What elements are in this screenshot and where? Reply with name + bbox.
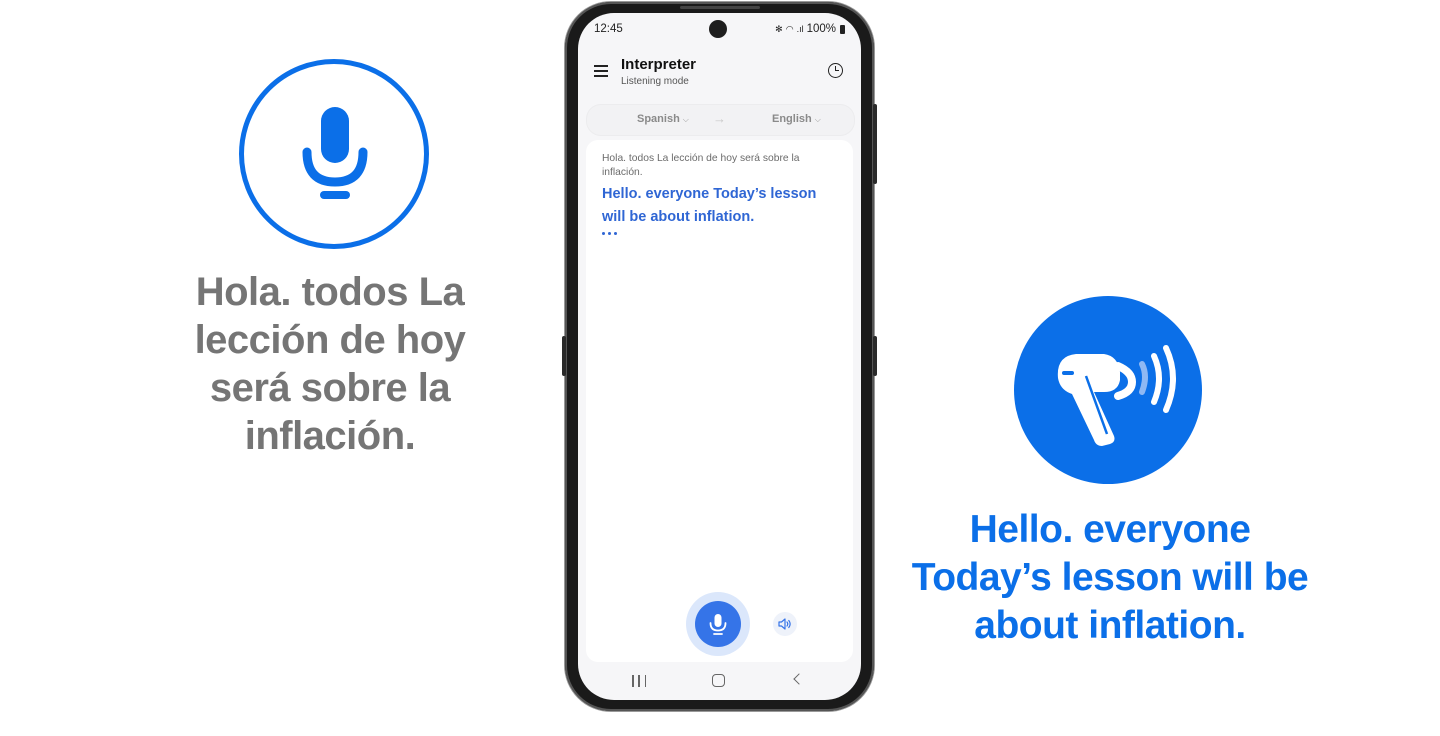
speaker-icon (778, 618, 791, 630)
chevron-down-icon: ⌵ (814, 115, 821, 124)
microphone-icon (695, 601, 741, 647)
phone-screen: 12:45 ✻ ◠ .ıl 100% Interpreter Listening… (578, 13, 861, 700)
app-title: Interpreter (621, 56, 697, 73)
chevron-down-icon: ⌵ (682, 115, 689, 124)
app-bar: Interpreter Listening mode (578, 53, 861, 101)
side-hinge-right (873, 336, 877, 376)
battery-percent: 100% (806, 23, 836, 35)
target-language-label: English (772, 113, 812, 125)
source-speech-text: Hola. todos La lección de hoy será sobre… (194, 270, 466, 458)
side-hinge-left (562, 336, 566, 376)
transcript-card: Hola. todos La lección de hoy será sobre… (586, 140, 853, 662)
source-language-dropdown[interactable]: Spanish ⌵ (637, 113, 689, 125)
microphone-icon (239, 59, 429, 249)
target-language-dropdown[interactable]: English ⌵ (772, 113, 821, 125)
language-selector: Spanish ⌵ → English ⌵ (586, 104, 855, 136)
volume-button (873, 104, 877, 184)
translated-speech-text: Hello. everyone Today’s lesson will be a… (911, 508, 1309, 647)
recents-button[interactable] (632, 675, 646, 687)
arrow-right-icon: → (713, 111, 726, 126)
bluetooth-icon: ✻ (775, 23, 783, 34)
status-bar: 12:45 ✻ ◠ .ıl 100% (578, 13, 861, 45)
earbud-sound-icon (1014, 296, 1202, 484)
back-button[interactable] (793, 673, 805, 685)
wifi-icon: ◠ (785, 23, 794, 34)
source-language-label: Spanish (637, 113, 680, 125)
front-camera (709, 20, 727, 38)
source-transcript: Hola. todos La lección de hoy será sobre… (602, 153, 800, 178)
typing-indicator (602, 232, 617, 235)
hamburger-menu-icon[interactable] (594, 65, 608, 77)
history-clock-icon[interactable] (828, 63, 843, 78)
home-button[interactable] (712, 674, 725, 687)
mic-button[interactable] (686, 592, 750, 656)
status-time: 12:45 (594, 23, 623, 35)
signal-icon: .ıl (796, 23, 804, 34)
translated-transcript: Hello. everyone Today’s lesson will be a… (602, 186, 817, 225)
navigation-bar (578, 668, 861, 698)
battery-icon (840, 24, 845, 34)
phone-device: 12:45 ✻ ◠ .ıl 100% Interpreter Listening… (562, 2, 877, 711)
app-subtitle: Listening mode (621, 76, 689, 87)
speaker-grille (680, 6, 760, 9)
speaker-button[interactable] (773, 612, 797, 636)
